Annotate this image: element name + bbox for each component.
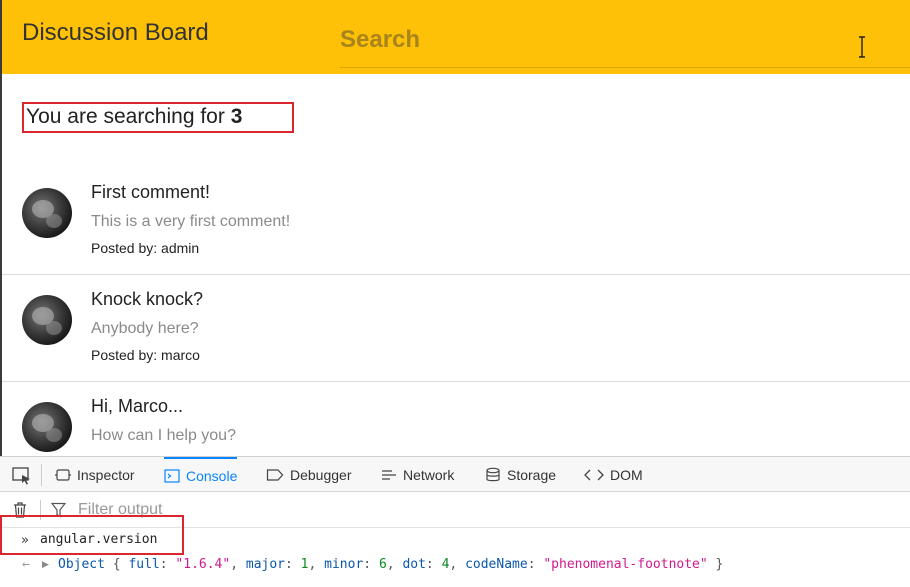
posted-by-label: Posted by: [91, 240, 162, 256]
avatar [22, 295, 72, 345]
posted-by-label: Posted by: [91, 347, 162, 363]
search-message: You are searching for 3 [26, 105, 242, 129]
tab-storage[interactable]: Storage [485, 457, 556, 492]
comment-title: Hi, Marco... [91, 396, 184, 416]
tab-console[interactable]: Console [164, 457, 238, 492]
tab-label: Debugger [290, 466, 352, 483]
search-message-highlight: You are searching for 3 [22, 102, 294, 133]
search-term: 3 [230, 105, 243, 128]
key: minor [324, 557, 364, 572]
object-type: Object [58, 557, 105, 572]
key: dot [402, 557, 426, 572]
debugger-icon [266, 468, 284, 481]
element-picker-icon[interactable] [12, 467, 32, 485]
tab-label: Inspector [77, 466, 135, 483]
result-object: Object { full: "1.6.4", major: 1, minor:… [58, 557, 724, 572]
expand-triangle-icon[interactable]: ▶ [42, 559, 49, 570]
avatar [22, 188, 72, 238]
search-field[interactable] [340, 18, 910, 68]
tab-label: Storage [507, 466, 557, 483]
avatar [22, 402, 72, 452]
tab-inspector[interactable]: Inspector [55, 457, 135, 492]
search-message-prefix: You are searching for [26, 105, 231, 128]
text-cursor-icon [859, 36, 865, 58]
dom-icon [584, 469, 604, 480]
comment-body: Anybody here? [91, 320, 199, 337]
value: "phenomenal-footnote" [543, 557, 708, 572]
list-item: First comment! This is a very first comm… [2, 168, 910, 275]
value: 6 [378, 557, 387, 572]
tab-dom[interactable]: DOM [584, 457, 643, 492]
storage-icon [486, 467, 500, 481]
app-title: Discussion Board [22, 19, 209, 46]
comment-author: marco [161, 347, 200, 363]
value: "1.6.4" [175, 557, 231, 572]
list-item: Knock knock? Anybody here? Posted by: ma… [2, 275, 910, 382]
tab-label: DOM [610, 466, 643, 483]
key: major [245, 557, 286, 572]
app-header: Discussion Board [2, 0, 910, 74]
comment-title: First comment! [91, 182, 211, 202]
tab-label: Console [186, 467, 238, 484]
comment-body: This is a very first comment! [91, 213, 291, 230]
comment-author: admin [161, 240, 200, 256]
result-arrow-icon: ← [22, 557, 30, 572]
network-icon [382, 469, 396, 480]
toolbar-separator [41, 464, 42, 486]
value: 1 [300, 557, 309, 572]
key: full [128, 557, 160, 572]
console-icon [164, 468, 180, 483]
tab-label: Network [403, 466, 455, 483]
discussion-board-app: Discussion Board You are searching for 3… [0, 0, 910, 456]
comment-title: Knock knock? [91, 289, 204, 309]
comment-meta: Posted by: admin [91, 240, 199, 256]
search-input[interactable] [340, 22, 840, 58]
comment-meta: Posted by: marco [91, 347, 200, 363]
inspector-icon [55, 468, 71, 481]
command-highlight [0, 515, 184, 555]
list-item: Hi, Marco... How can I help you? [2, 382, 910, 456]
tab-debugger[interactable]: Debugger [266, 457, 352, 492]
key: codeName [465, 557, 528, 572]
comment-body: How can I help you? [91, 427, 236, 444]
devtools-toolbar: Inspector Console Debugger Network Stora… [0, 457, 910, 492]
tab-network[interactable]: Network [381, 457, 454, 492]
console-result[interactable]: ← ▶ Object { full: "1.6.4", major: 1, mi… [0, 555, 910, 577]
